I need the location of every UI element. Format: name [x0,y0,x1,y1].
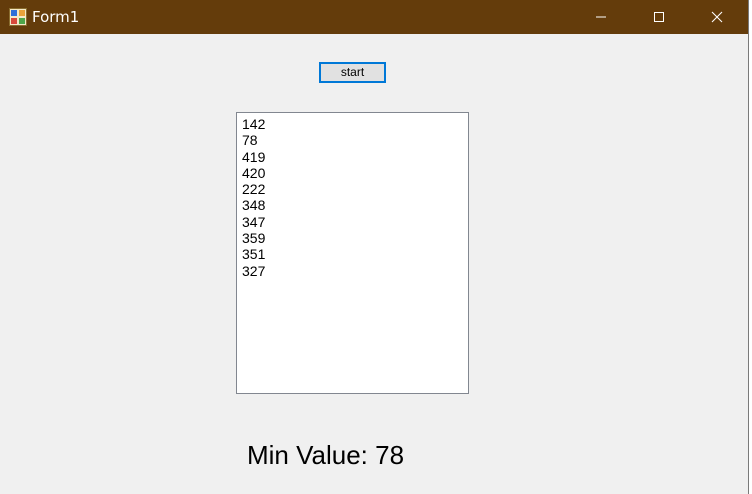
list-item[interactable]: 348 [242,197,468,213]
values-list-box[interactable]: 142 78 419 420 222 348 347 359 351 327 [236,112,469,394]
list-item[interactable]: 359 [242,230,468,246]
title-bar[interactable]: Form1 [0,0,748,34]
list-item[interactable]: 78 [242,132,468,148]
app-icon [9,8,27,26]
list-item[interactable]: 347 [242,214,468,230]
minimize-button[interactable] [578,0,624,34]
values-list: 142 78 419 420 222 348 347 359 351 327 [242,116,468,279]
window-title: Form1 [32,8,80,26]
form-bottom-edge [0,490,748,494]
app-window: Form1 start 142 78 419 420 222 348 347 359 351 32… [0,0,749,494]
min-value-label: Min Value: 78 [247,439,404,471]
close-icon [711,11,723,23]
start-button[interactable]: start [319,62,386,83]
close-button[interactable] [694,0,740,34]
min-value-number: 78 [375,440,405,470]
list-item[interactable]: 327 [242,263,468,279]
list-item[interactable]: 351 [242,246,468,262]
list-item[interactable]: 222 [242,181,468,197]
list-item[interactable]: 142 [242,116,468,132]
list-item[interactable]: 420 [242,165,468,181]
minimize-icon [596,16,606,18]
min-value-caption: Min Value: [247,440,368,470]
maximize-icon [654,12,664,22]
maximize-button[interactable] [636,0,682,34]
list-item[interactable]: 419 [242,149,468,165]
